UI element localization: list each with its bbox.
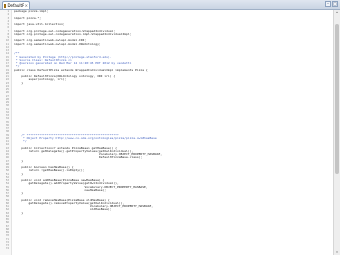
close-icon[interactable]: × — [25, 3, 28, 8]
maximize-button[interactable]: □ — [332, 1, 338, 7]
vertical-scrollbar[interactable]: ▴ ▾ — [333, 10, 340, 255]
tab-defaultpizza-java[interactable]: DefaultPizza.java × — [2, 1, 30, 9]
line-number: 74 — [5, 247, 9, 251]
editor-tab-bar: DefaultPizza.java × – □ — [0, 0, 340, 10]
minimize-button[interactable]: – — [325, 1, 331, 7]
scrollbar-thumb[interactable] — [335, 24, 339, 174]
java-file-icon — [4, 3, 7, 8]
scroll-down-arrow-icon[interactable]: ▾ — [334, 250, 340, 255]
code-text-area[interactable]: 1 package pizza.impl; 2 3 import pizza.*; 4 5 i… — [0, 9, 330, 251]
code-line[interactable]: 74 — [0, 247, 330, 250]
tab-label: DefaultPizza.java — [7, 3, 24, 8]
code-editor-window: DefaultPizza.java × – □ 1package pizza.i… — [0, 0, 340, 255]
scroll-up-arrow-icon[interactable]: ▴ — [334, 10, 340, 15]
